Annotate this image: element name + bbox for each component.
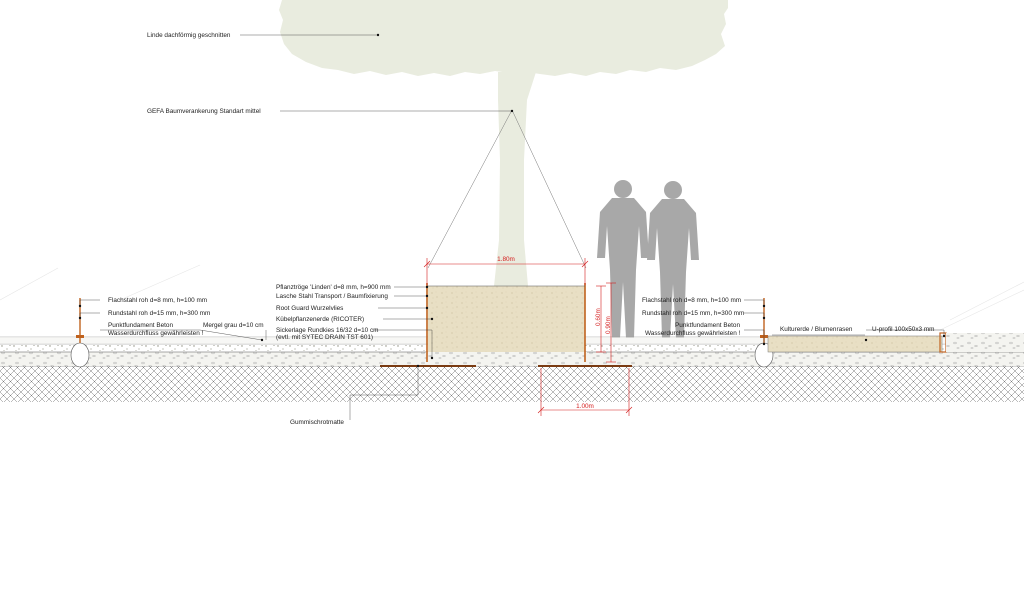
label-sickerlage: Sickerlage Rundkies 16/32 d=10 cm — [276, 327, 379, 334]
label-wasserdurchfluss-right: Wasserdurchfluss gewährleisten ! — [645, 330, 741, 337]
label-punktfundament-left: Punktfundament Beton — [108, 322, 173, 329]
perspective-line — [949, 281, 1024, 321]
dimension-height-total-label: 0.90m — [605, 316, 612, 334]
label-punktfundament-right: Punktfundament Beton — [675, 322, 740, 329]
point-foundation-left — [70, 342, 90, 368]
label-flachstahl-right: Flachstahl roh d=8 mm, h=100 mm — [642, 297, 741, 304]
dimension-height-box-label: 0.60m — [595, 308, 602, 326]
label-linde: Linde dachförmig geschnitten — [147, 32, 231, 39]
label-gummischrotmatte: Gummischrotmatte — [290, 419, 344, 426]
section-drawing-svg: 1.80m 1.00m 0.60m 0.90m Linde dachförmig… — [0, 0, 1024, 426]
flat-steel-left — [76, 335, 84, 338]
subsoil-crosshatch — [0, 366, 1024, 402]
dimension-width-top-label: 1.80m — [497, 256, 515, 263]
section-drawing: 1.80m 1.00m 0.60m 0.90m Linde dachförmig… — [0, 0, 1024, 600]
label-kulturerde: Kulturerde / Blumenrasen — [780, 326, 853, 333]
perspective-line — [119, 264, 201, 301]
planter-drainage — [426, 352, 587, 360]
label-mergel: Mergel grau d=10 cm — [203, 322, 264, 329]
label-flachstahl-left: Flachstahl roh d=8 mm, h=100 mm — [108, 297, 207, 304]
label-pflanztroege: Pflanztröge 'Linden' d=8 mm, h=900 mm — [276, 284, 391, 291]
planter-soil — [428, 286, 585, 360]
label-uprofil: U-profil 100x50x3 mm — [872, 326, 935, 333]
perspective-line — [939, 289, 1024, 331]
label-lasche: Lasche Stahl Transport / Baumfixierung — [276, 293, 388, 300]
tree-trunk — [494, 72, 536, 286]
right-gravel — [946, 333, 1024, 352]
perspective-line — [0, 267, 59, 301]
label-root-guard: Root Guard Wurzelvlies — [276, 305, 343, 312]
label-rundstahl-right: Rundstahl roh d=15 mm, h=300 mm — [642, 310, 744, 317]
label-kuebelpflanzenerde: Kübelpflanzenerde (RICOTER) — [276, 316, 364, 323]
tree-crown — [279, 0, 728, 76]
label-rundstahl-left: Rundstahl roh d=15 mm, h=300 mm — [108, 310, 210, 317]
lawn-bed — [767, 335, 943, 353]
label-sickerlage-note: (evtl. mit SYTEC DRAIN TST 601) — [276, 334, 373, 341]
dimension-width-bottom-label: 1.00m — [576, 403, 594, 410]
label-gefa: GEFA Baumverankerung Standart mittel — [147, 108, 261, 115]
label-wasserdurchfluss-left: Wasserdurchfluss gewährleisten ! — [108, 330, 204, 337]
